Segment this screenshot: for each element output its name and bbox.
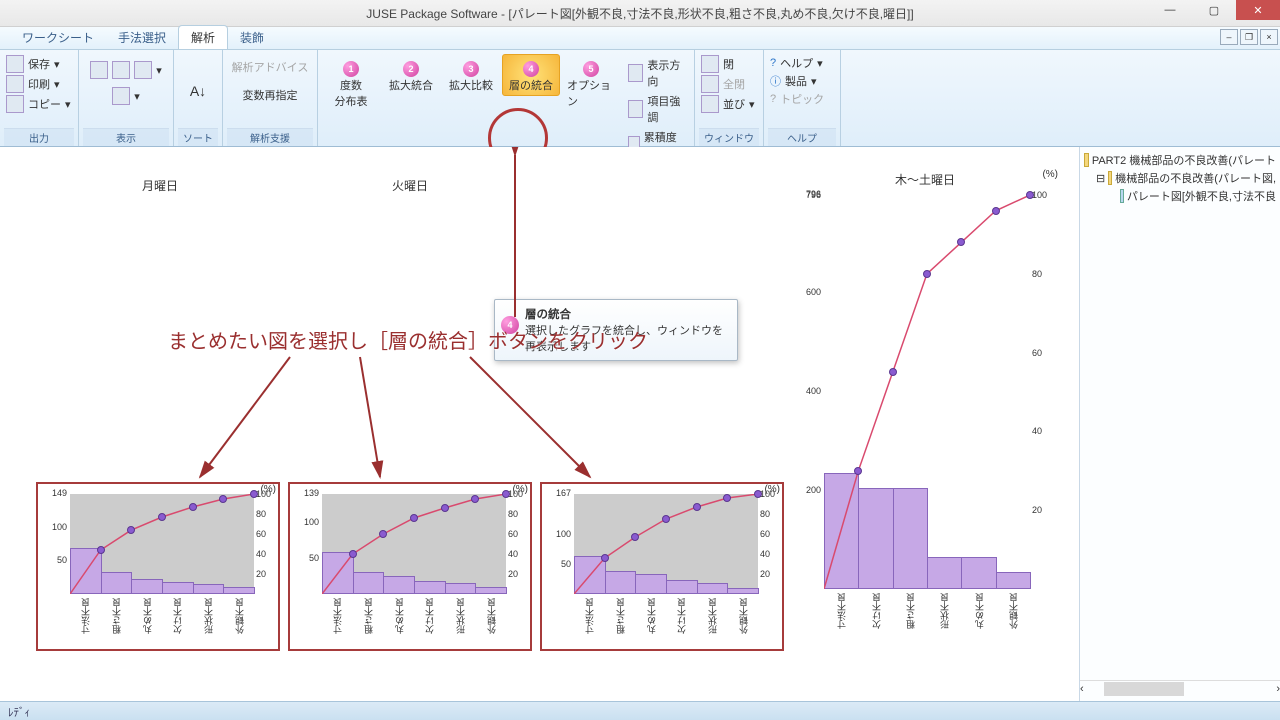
side-scrollbar[interactable]: ‹› [1080, 680, 1280, 697]
mdi-restore[interactable]: ❐ [1240, 29, 1258, 45]
category-label: 欠け不良 [171, 598, 184, 634]
tooltip-title: 層の統合 [525, 309, 571, 321]
category-label: 形状不良 [706, 598, 719, 634]
category-label: 寸法不良 [835, 593, 848, 629]
category-label: 丸め不良 [645, 598, 658, 634]
category-label: 丸め不良 [141, 598, 154, 634]
big-chart-title: 木～土曜日 [790, 169, 1060, 190]
label-tuesday: 火曜日 [350, 175, 470, 196]
close-button[interactable]: ✕ [1236, 0, 1280, 20]
category-label: 欠け不良 [870, 593, 883, 629]
category-label: 形状不良 [938, 593, 951, 629]
win-arrange-button[interactable]: 並び ▾ [699, 94, 757, 114]
category-label: 形状不良 [202, 598, 215, 634]
group-help: ヘルプ [768, 128, 836, 146]
view-btn-2[interactable]: ▾ [110, 86, 142, 106]
category-label: 寸法不良 [583, 598, 596, 634]
category-label: 寸法不良 [331, 598, 344, 634]
sort-button[interactable]: A↓ [173, 74, 223, 108]
category-label: 粗さ不良 [110, 598, 123, 634]
tab-method[interactable]: 手法選択 [106, 26, 178, 49]
tree-row-3[interactable]: パレート図[外観不良,寸法不良 [1080, 187, 1280, 205]
category-label: 外観不良 [233, 598, 246, 634]
category-label: 丸め不良 [973, 593, 986, 629]
mdi-close[interactable]: × [1260, 29, 1278, 45]
sort-icon: A↓ [184, 77, 212, 105]
percent-label: (%) [1042, 169, 1058, 180]
workspace: 4 層の統合 選択したグラフを統合し、ウィンドウを再表示します まとめたい図を選… [0, 147, 1280, 701]
win-close-all-button: 全閉 [699, 74, 747, 94]
canvas-area: 4 層の統合 選択したグラフを統合し、ウィンドウを再表示します まとめたい図を選… [0, 147, 1079, 701]
maximize-button[interactable]: ▢ [1192, 0, 1236, 20]
category-label: 欠け不良 [423, 598, 436, 634]
tab-worksheet[interactable]: ワークシート [10, 26, 106, 49]
label-monday: 月曜日 [100, 175, 220, 196]
group-view: 表示 [83, 128, 169, 146]
pareto-chart-tuesday[interactable]: (%)1395010020406080100寸法不良粗さ不良丸め不良欠け不良形状… [288, 482, 532, 651]
badge-3-icon: 3 [463, 61, 479, 77]
zoom-merge-button[interactable]: 2拡大統合 [382, 54, 440, 96]
category-label: 丸め不良 [393, 598, 406, 634]
menu-bar: ワークシート 手法選択 解析 装飾 – ❐ × [0, 27, 1280, 50]
system-buttons: — ▢ ✕ [1148, 0, 1280, 20]
title-bar: JUSE Package Software - [パレート図[外観不良,寸法不良… [0, 0, 1280, 27]
win-close-button[interactable]: 閉 [699, 54, 736, 74]
pareto-chart-thu-sat[interactable]: 木～土曜日 (%)79620040060079620406080100寸法不良欠… [790, 169, 1060, 649]
badge-5-icon: 5 [583, 61, 599, 77]
badge-4-icon: 4 [523, 61, 539, 77]
pareto-chart-monday[interactable]: (%)1495010020406080100寸法不良粗さ不良丸め不良欠け不良形状… [36, 482, 280, 651]
display-dir-button[interactable]: 表示方向 [626, 56, 686, 90]
category-label: 外観不良 [1007, 593, 1020, 629]
category-label: 外観不良 [737, 598, 750, 634]
side-panel: PART2 機械部品の不良改善(パレート ⊟ 機械部品の不良改善(パレート図, … [1079, 147, 1280, 701]
group-window: ウィンドウ [699, 128, 759, 146]
category-label: 粗さ不良 [362, 598, 375, 634]
tab-decor[interactable]: 装飾 [228, 26, 276, 49]
window-title: JUSE Package Software - [パレート図[外観不良,寸法不良… [0, 5, 1280, 22]
topic-button: ?トピック [768, 90, 826, 108]
annotation-text: まとめたい図を選択し［層の統合］ボタンをクリック [168, 325, 648, 354]
status-bar: ﾚﾃﾞｨ [0, 701, 1280, 720]
book-icon [1084, 153, 1089, 167]
badge-1-icon: 1 [343, 61, 359, 77]
category-label: 欠け不良 [675, 598, 688, 634]
advice-button: 解析アドバイス [230, 58, 311, 76]
category-label: 外観不良 [485, 598, 498, 634]
category-label: 粗さ不良 [614, 598, 627, 634]
sheet-icon [1108, 171, 1112, 185]
options-button[interactable]: 5オプション [562, 54, 620, 112]
copy-button[interactable]: コピー ▾ [4, 94, 73, 114]
group-sort: ソート [178, 128, 218, 146]
help-button[interactable]: ?ヘルプ ▾ [768, 54, 825, 72]
zoom-compare-button[interactable]: 3拡大比較 [442, 54, 500, 96]
save-icon [6, 55, 24, 73]
status-text: ﾚﾃﾞｨ [8, 704, 30, 720]
tab-analysis[interactable]: 解析 [178, 25, 228, 49]
item-highlight-button[interactable]: 項目強調 [626, 92, 686, 126]
group-support: 解析支援 [227, 128, 313, 146]
freq-table-button[interactable]: 1度数 分布表 [322, 54, 380, 112]
group-output: 出力 [4, 128, 74, 146]
save-button[interactable]: 保存 ▾ [4, 54, 62, 74]
print-icon [6, 75, 24, 93]
layer-merge-button[interactable]: 4層の統合 [502, 54, 560, 96]
pareto-chart-3[interactable]: (%)1675010020406080100寸法不良粗さ不良丸め不良欠け不良形状… [540, 482, 784, 651]
chart-icon [1120, 189, 1124, 203]
category-label: 形状不良 [454, 598, 467, 634]
category-label: 寸法不良 [79, 598, 92, 634]
product-button[interactable]: ⓘ製品 ▾ [768, 72, 819, 90]
view-btn-1[interactable]: ▾ [88, 60, 164, 80]
category-label: 粗さ不良 [904, 593, 917, 629]
copy-icon [6, 95, 24, 113]
ribbon: 保存 ▾ 印刷 ▾ コピー ▾ 出力 ▾ ▾ 表示 A↓ ソート 解析アドバイス… [0, 50, 1280, 147]
tree-row-2[interactable]: ⊟ 機械部品の不良改善(パレート図, [1080, 169, 1280, 187]
tree-row-1[interactable]: PART2 機械部品の不良改善(パレート [1080, 151, 1280, 169]
revar-button[interactable]: 変数再指定 [241, 86, 300, 104]
badge-2-icon: 2 [403, 61, 419, 77]
mdi-minimize[interactable]: – [1220, 29, 1238, 45]
minimize-button[interactable]: — [1148, 0, 1192, 20]
print-button[interactable]: 印刷 ▾ [4, 74, 62, 94]
